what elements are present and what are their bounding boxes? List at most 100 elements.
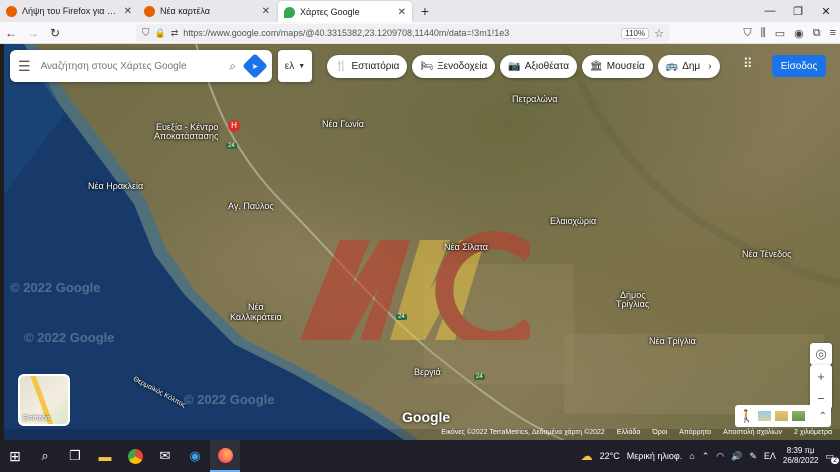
tab-new-tab[interactable]: Νέα καρτέλα ✕: [138, 0, 276, 22]
library-icon[interactable]: ⫼: [761, 27, 766, 40]
shield-icon[interactable]: ⛉: [142, 28, 150, 39]
firefox-icon: [144, 5, 155, 17]
google-logo: Google: [402, 409, 451, 425]
chip-hotels[interactable]: 🛏 Ξενοδοχεία: [412, 55, 496, 78]
screen: Λήψη του Firefox για Android κ ✕ Νέα καρ…: [0, 0, 840, 472]
place-label[interactable]: Πετραλώνα: [512, 94, 557, 104]
chevron-right-icon[interactable]: ›: [708, 61, 711, 72]
volume-icon[interactable]: 🔊: [731, 451, 742, 462]
pen-icon[interactable]: ✎: [749, 451, 757, 462]
close-icon[interactable]: ✕: [262, 6, 270, 17]
place-label[interactable]: Νέα Σίλατα: [444, 242, 488, 252]
place-label[interactable]: Καλλικράτεια: [230, 312, 282, 322]
camera-icon: 📷: [508, 61, 521, 72]
firefox-icon: [6, 5, 17, 17]
people-icon[interactable]: ⌂: [689, 451, 694, 461]
task-view-icon[interactable]: ❐: [60, 440, 90, 472]
poi-marker-icon[interactable]: H: [228, 120, 240, 132]
search-icon[interactable]: ⌕: [30, 440, 60, 472]
chrome-icon[interactable]: [120, 440, 150, 472]
place-label[interactable]: Αγ. Παύλος: [228, 201, 274, 211]
url-bar[interactable]: ⛉ 🔒 ⇄ https://www.google.com/maps/@40.33…: [136, 24, 670, 42]
language-selector[interactable]: ελ ▼: [278, 50, 312, 82]
close-icon[interactable]: ✕: [398, 7, 406, 18]
place-label[interactable]: Νέα Γωνία: [322, 119, 364, 129]
bookmark-star-icon[interactable]: ☆: [654, 27, 664, 40]
url-text[interactable]: https://www.google.com/maps/@40.3315382,…: [183, 28, 616, 38]
new-tab-button[interactable]: +: [414, 0, 436, 22]
notification-icon[interactable]: ▭ 2: [825, 451, 839, 464]
place-label[interactable]: Τρίγλιας: [616, 299, 649, 309]
hamburger-menu-icon[interactable]: ☰: [18, 58, 31, 75]
pocket-icon[interactable]: ⛉: [743, 27, 751, 40]
search-box: ☰ ⌕ ➤: [10, 50, 272, 82]
place-label[interactable]: Νέα Τένεδος: [742, 249, 791, 259]
place-label[interactable]: Νέα: [248, 302, 264, 312]
minimize-icon[interactable]: —: [756, 0, 784, 22]
search-icon[interactable]: ⌕: [229, 59, 236, 74]
weather-text[interactable]: Μερική ηλιοφ.: [627, 451, 682, 461]
layers-button[interactable]: Επίπεδα: [18, 374, 70, 426]
scale-bar[interactable]: 2 χιλιόμετρα: [794, 429, 832, 440]
chevron-up-icon[interactable]: ⌃: [702, 451, 710, 462]
sign-in-button[interactable]: Είσοδος: [772, 55, 826, 77]
zoom-in-button[interactable]: +: [810, 365, 832, 387]
firefox-taskbar-icon[interactable]: [210, 440, 240, 472]
feedback-link[interactable]: Αποστολή σχολίων: [723, 429, 782, 440]
place-label[interactable]: Βεργιά: [414, 367, 441, 377]
privacy-link[interactable]: Απόρρητο: [679, 429, 711, 440]
edge-icon[interactable]: ◉: [180, 440, 210, 472]
chip-label: Αξιοθέατα: [524, 61, 570, 72]
tab-firefox-android[interactable]: Λήψη του Firefox για Android κ ✕: [0, 0, 138, 22]
place-label[interactable]: Αποκατάστασης: [154, 131, 218, 141]
tab-title: Χάρτες Google: [300, 7, 360, 17]
close-window-icon[interactable]: ✕: [812, 0, 840, 22]
close-icon[interactable]: ✕: [124, 6, 132, 17]
weather-icon[interactable]: ☁: [581, 449, 593, 463]
search-input[interactable]: [40, 60, 220, 72]
map-canvas[interactable]: © 2022 Google © 2022 Google © 2022 Googl…: [4, 44, 840, 440]
directions-icon[interactable]: ➤: [242, 53, 268, 79]
chip-transit[interactable]: 🚌 Δημ ›: [657, 55, 720, 78]
region-link[interactable]: Ελλάδα: [617, 429, 641, 440]
file-explorer-icon[interactable]: ▬: [90, 440, 120, 472]
extensions-icon[interactable]: ⧉: [813, 27, 821, 40]
fork-knife-icon: 🍴: [335, 61, 348, 72]
mail-icon[interactable]: ✉: [150, 440, 180, 472]
road-shield: 24: [226, 143, 237, 149]
terms-link[interactable]: Όροι: [652, 429, 667, 440]
lock-icon[interactable]: 🔒: [155, 28, 166, 39]
chip-museums[interactable]: 🏛 Μουσεία: [582, 55, 653, 78]
wifi-icon[interactable]: ◠: [716, 451, 724, 462]
maximize-icon[interactable]: ❐: [784, 0, 812, 22]
place-label[interactable]: Νέα Ηρακλεία: [88, 181, 143, 191]
reload-icon[interactable]: ↻: [44, 26, 66, 40]
imagery-thumbnail[interactable]: [757, 411, 771, 421]
bus-icon: 🚌: [665, 61, 679, 72]
tab-title: Νέα καρτέλα: [160, 6, 210, 16]
language-indicator[interactable]: ΕΛ: [764, 451, 776, 461]
temperature[interactable]: 22°C: [600, 451, 620, 461]
clock[interactable]: 8:39 πμ 26/8/2022: [783, 446, 819, 466]
imagery-thumbnail[interactable]: [791, 411, 805, 421]
permissions-icon[interactable]: ⇄: [171, 28, 179, 39]
back-icon[interactable]: ←: [0, 26, 22, 40]
place-label[interactable]: Ελαιοχώρια: [550, 216, 596, 226]
my-location-icon[interactable]: ◎: [810, 343, 832, 365]
place-label[interactable]: Νέα Τρίγλια: [649, 336, 696, 346]
account-icon[interactable]: ◉: [794, 27, 804, 40]
chip-attractions[interactable]: 📷 Αξιοθέατα: [500, 55, 578, 78]
apps-grid-icon[interactable]: ⠿: [743, 56, 753, 72]
expand-icon[interactable]: ⌃: [819, 411, 827, 422]
imagery-thumbnail[interactable]: [774, 411, 788, 421]
menu-icon[interactable]: ≡: [830, 27, 836, 39]
maps-pin-icon: [284, 6, 295, 18]
pegman-icon[interactable]: 🚶: [739, 409, 754, 423]
sidebar-icon[interactable]: ▭: [775, 27, 785, 40]
windows-start-icon[interactable]: ⊞: [0, 440, 30, 472]
zoom-indicator[interactable]: 110%: [621, 27, 650, 39]
forward-icon[interactable]: →: [22, 26, 44, 40]
tab-google-maps[interactable]: Χάρτες Google ✕: [278, 1, 412, 23]
chip-label: Δημ: [682, 61, 701, 72]
chip-restaurants[interactable]: 🍴 Εστιατόρια: [327, 55, 408, 78]
